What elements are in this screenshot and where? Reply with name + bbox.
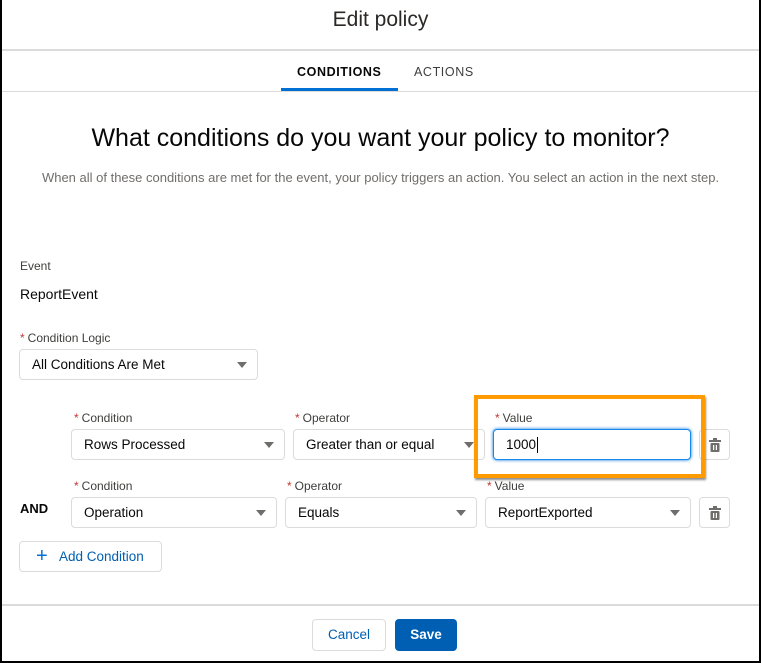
value-2-label: * Value — [487, 479, 525, 493]
tab-actions[interactable]: ACTIONS — [414, 65, 474, 79]
chevron-down-icon — [456, 510, 466, 516]
cancel-button[interactable]: Cancel — [312, 619, 386, 651]
plus-icon: + — [36, 545, 48, 567]
chevron-down-icon — [256, 510, 266, 516]
condition-1-value-input[interactable]: 1000 — [493, 429, 691, 460]
and-connector: AND — [20, 501, 49, 516]
operator-1-label: * Operator — [295, 411, 351, 425]
delete-condition-1-button[interactable] — [699, 429, 730, 460]
tab-bar: CONDITIONS ACTIONS — [0, 51, 761, 91]
save-button[interactable]: Save — [395, 619, 457, 651]
modal-title: Edit policy — [332, 8, 429, 31]
condition-logic-label: * Condition Logic — [20, 331, 111, 345]
footer-divider — [2, 604, 759, 606]
add-condition-button[interactable]: + Add Condition — [19, 541, 162, 572]
condition-1-label: * Condition — [74, 411, 133, 425]
delete-condition-2-button[interactable] — [699, 497, 730, 528]
tab-conditions[interactable]: CONDITIONS — [297, 65, 381, 79]
chevron-down-icon — [237, 362, 247, 368]
text-cursor — [537, 437, 539, 454]
event-label: Event — [20, 259, 51, 273]
condition-1-operator-select[interactable]: Greater than or equal — [293, 429, 485, 460]
value-1-label: * Value — [495, 411, 533, 425]
operator-2-label: * Operator — [287, 479, 343, 493]
trash-icon — [709, 506, 721, 520]
condition-logic-select[interactable]: All Conditions Are Met — [19, 349, 258, 380]
event-value: ReportEvent — [20, 286, 98, 302]
tabs-divider — [2, 91, 759, 92]
condition-2-label: * Condition — [74, 479, 133, 493]
required-mark: * — [20, 331, 25, 345]
chevron-down-icon — [264, 442, 274, 448]
chevron-down-icon — [464, 442, 474, 448]
page-description: When all of these conditions are met for… — [41, 170, 720, 185]
trash-icon — [709, 438, 721, 452]
condition-1-field-select[interactable]: Rows Processed — [71, 429, 285, 460]
condition-2-field-select[interactable]: Operation — [71, 497, 277, 528]
chevron-down-icon — [670, 510, 680, 516]
condition-2-value-select[interactable]: ReportExported — [485, 497, 691, 528]
page-heading: What conditions do you want your policy … — [91, 124, 670, 152]
condition-2-operator-select[interactable]: Equals — [285, 497, 477, 528]
